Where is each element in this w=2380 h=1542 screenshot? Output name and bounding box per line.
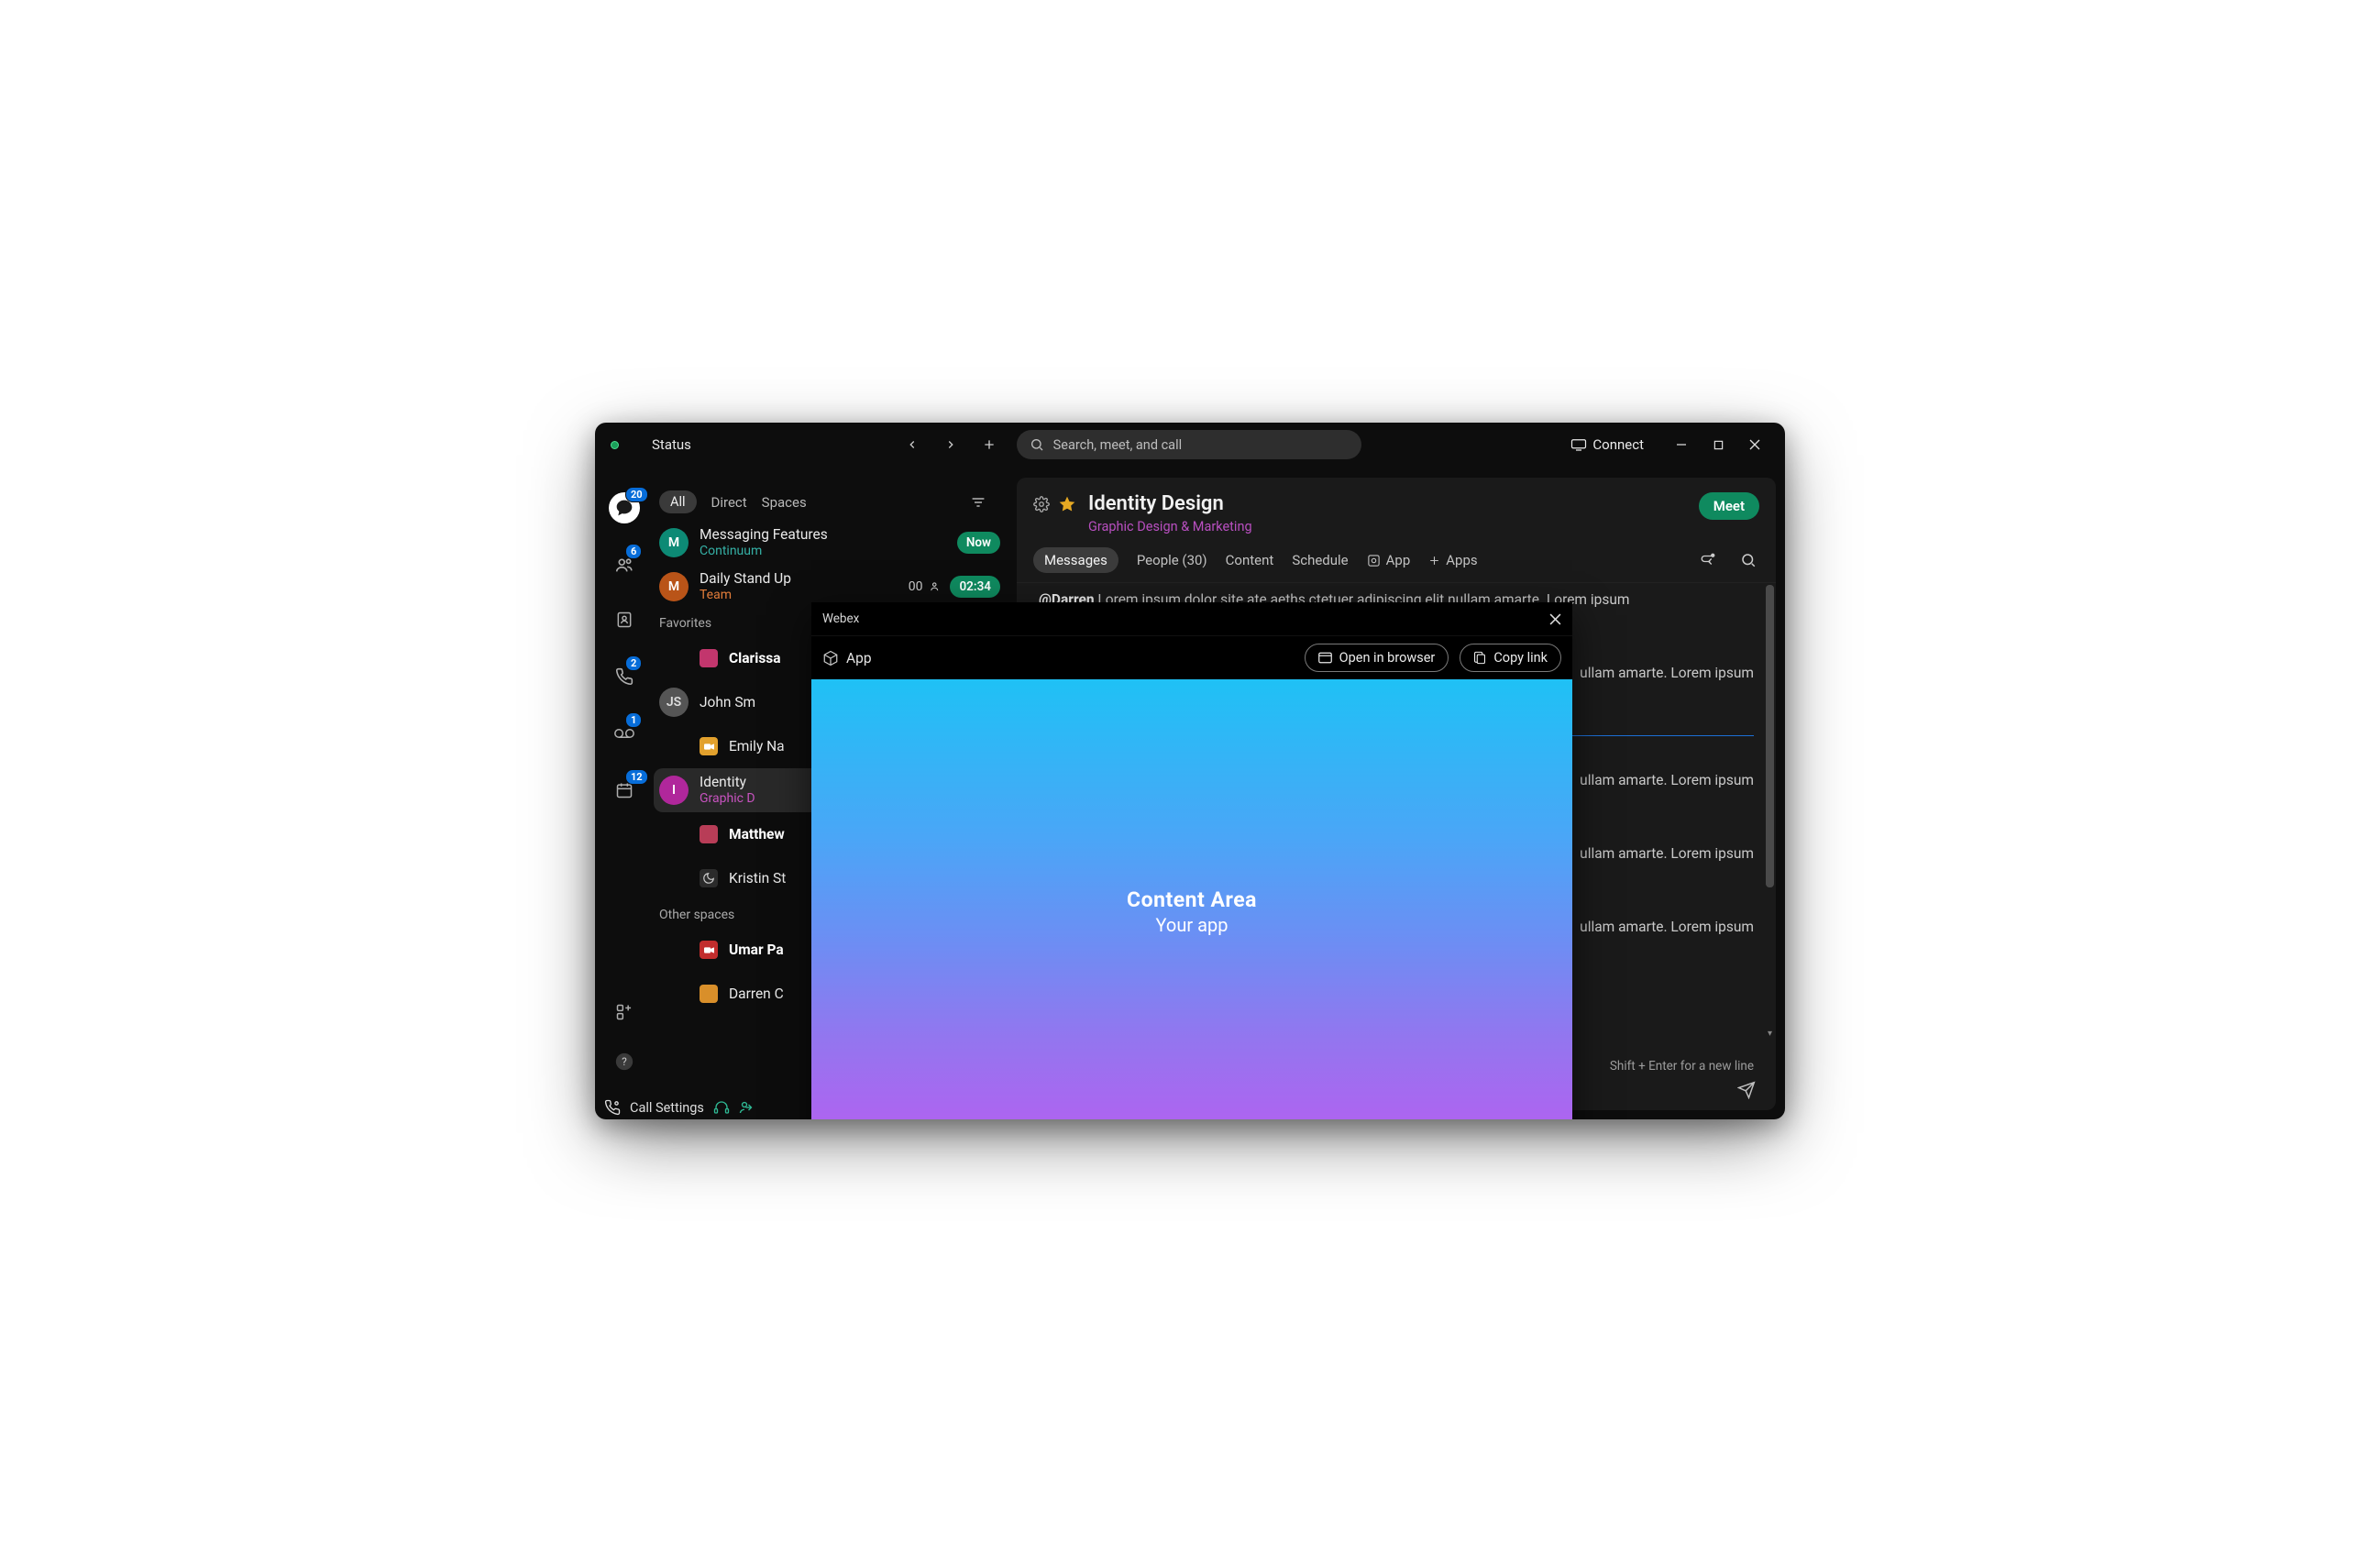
avatar: JS <box>659 688 689 717</box>
avatar <box>700 825 718 843</box>
nav-forward-icon[interactable] <box>940 434 962 456</box>
meet-button[interactable]: Meet <box>1699 492 1759 520</box>
timer-badge: 02:34 <box>950 576 1000 598</box>
copy-link-button[interactable]: Copy link <box>1460 644 1561 672</box>
teams-badge: 6 <box>625 544 642 559</box>
topbar: Status Search, meet, and call Connect <box>595 423 1785 467</box>
camera-icon <box>700 941 718 959</box>
avatar: M <box>659 572 689 601</box>
tab-people[interactable]: People (30) <box>1137 552 1207 568</box>
send-icon[interactable] <box>1737 1081 1756 1099</box>
avatar: M <box>659 528 689 557</box>
package-icon <box>822 650 839 666</box>
plus-icon <box>1428 555 1440 567</box>
content-area-title: Content Area <box>1127 887 1257 912</box>
rail-messaging-icon[interactable]: 20 <box>609 492 640 523</box>
rail-calendar-icon[interactable]: 12 <box>609 775 640 806</box>
now-badge: Now <box>957 532 1000 554</box>
rail-voicemail-icon[interactable]: 1 <box>609 718 640 749</box>
avatar: I <box>659 776 689 805</box>
modal-app-label: App <box>822 650 872 666</box>
status-label[interactable]: Status <box>652 436 691 453</box>
voicemail-badge: 1 <box>625 712 642 728</box>
camera-icon <box>700 737 718 755</box>
avatar <box>700 985 718 1003</box>
modal-title: Webex <box>822 611 859 626</box>
device-icon <box>1570 438 1587 451</box>
messaging-badge: 20 <box>625 487 648 502</box>
content-area-subtitle: Your app <box>1156 914 1229 936</box>
search-icon <box>1030 437 1044 452</box>
browser-icon <box>1318 652 1332 664</box>
space-title: Identity Design <box>1088 492 1252 515</box>
window-maximize-icon[interactable] <box>1702 432 1734 457</box>
phone-gear-icon <box>604 1099 621 1116</box>
scroll-down-icon[interactable]: ▾ <box>1768 1029 1772 1039</box>
search-input[interactable]: Search, meet, and call <box>1017 430 1361 459</box>
svg-text:?: ? <box>622 1055 627 1068</box>
person-share-icon[interactable] <box>739 1100 755 1115</box>
add-icon[interactable] <box>978 434 1000 456</box>
connect-button[interactable]: Connect <box>1570 436 1644 453</box>
rail-apps-icon[interactable] <box>609 997 640 1028</box>
open-in-browser-button[interactable]: Open in browser <box>1305 644 1449 672</box>
composer-hint: Shift + Enter for a new line <box>1610 1059 1754 1074</box>
tab-spaces[interactable]: Spaces <box>762 494 807 511</box>
scrollbar-thumb[interactable] <box>1766 585 1774 887</box>
window-minimize-icon[interactable] <box>1666 432 1697 457</box>
space-row[interactable]: M Messaging FeaturesContinuum Now <box>654 521 1006 565</box>
tab-content[interactable]: Content <box>1226 552 1274 568</box>
left-rail: 20 6 2 1 12 ? <box>595 467 654 1119</box>
dnd-icon <box>700 869 718 887</box>
tab-apps-add[interactable]: Apps <box>1428 552 1477 568</box>
app-icon <box>1367 554 1381 567</box>
modal-content-area[interactable]: Content Area Your app <box>811 679 1572 1119</box>
tab-app[interactable]: App <box>1367 552 1411 568</box>
tab-messages[interactable]: Messages <box>1033 547 1118 573</box>
star-icon[interactable] <box>1059 496 1075 512</box>
participants-icon <box>930 580 942 593</box>
webex-window: Status Search, meet, and call Connect 20 <box>595 423 1785 1119</box>
rail-contacts-icon[interactable] <box>609 604 640 635</box>
nav-back-icon[interactable] <box>901 434 923 456</box>
copy-icon <box>1473 651 1486 665</box>
self-presence[interactable] <box>602 441 626 449</box>
embedded-app-modal: Webex App Open in browser Copy link Cont… <box>811 602 1572 1119</box>
space-subtitle: Graphic Design & Marketing <box>1088 519 1252 534</box>
calendar-badge: 12 <box>625 769 648 785</box>
gear-icon[interactable] <box>1033 496 1050 512</box>
tab-direct[interactable]: Direct <box>711 494 747 511</box>
tab-schedule[interactable]: Schedule <box>1292 552 1348 568</box>
rail-help-icon[interactable]: ? <box>609 1046 640 1077</box>
thread-icon[interactable] <box>1697 549 1719 571</box>
close-icon[interactable] <box>1549 613 1561 625</box>
rail-teams-icon[interactable]: 6 <box>609 549 640 580</box>
headset-icon[interactable] <box>713 1101 730 1114</box>
avatar <box>700 649 718 667</box>
filter-icon[interactable] <box>967 491 989 513</box>
calls-badge: 2 <box>625 655 642 671</box>
search-placeholder: Search, meet, and call <box>1053 437 1182 453</box>
search-in-space-icon[interactable] <box>1737 549 1759 571</box>
scrollbar[interactable]: ▴ ▾ <box>1766 585 1774 1037</box>
modal-titlebar[interactable]: Webex <box>811 602 1572 635</box>
conversation-tabs: Messages People (30) Content Schedule Ap… <box>1017 538 1776 583</box>
rail-calls-icon[interactable]: 2 <box>609 661 640 692</box>
window-close-icon[interactable] <box>1739 432 1770 457</box>
call-settings-bar[interactable]: Call Settings <box>604 1099 755 1116</box>
tab-all[interactable]: All <box>659 490 697 513</box>
